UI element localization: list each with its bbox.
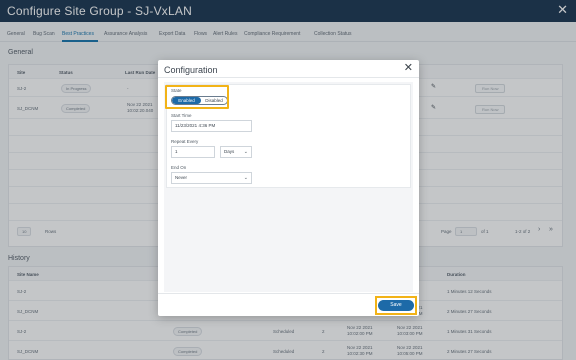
repeat-unit-value: Days <box>224 149 235 154</box>
dialog-body: State Enabled Disabled Start Time 11/23/… <box>164 82 413 292</box>
divider <box>158 77 419 78</box>
state-highlight-box <box>165 85 229 109</box>
end-on-label: End On <box>171 165 187 170</box>
start-time-label: Start Time <box>171 113 192 118</box>
repeat-unit-select[interactable]: Days ⌄ <box>220 146 252 158</box>
save-button[interactable]: Save <box>378 300 414 311</box>
repeat-value: 1 <box>175 149 178 154</box>
start-time-field[interactable]: 11/23/2021 4:36 PM <box>171 120 252 132</box>
end-on-select[interactable]: Never ⌄ <box>171 172 252 184</box>
divider <box>158 293 419 294</box>
chevron-down-icon: ⌄ <box>243 175 248 181</box>
repeat-every-label: Repeat Every <box>171 139 199 144</box>
chevron-down-icon: ⌄ <box>243 149 248 155</box>
start-time-value: 11/23/2021 4:36 PM <box>175 123 216 128</box>
repeat-every-input[interactable]: 1 <box>171 146 215 158</box>
configuration-dialog: Configuration ✕ State Enabled Disabled S… <box>158 60 419 316</box>
close-icon[interactable]: ✕ <box>404 63 413 74</box>
dialog-title: Configuration <box>164 65 218 75</box>
end-on-value: Never <box>175 175 188 180</box>
